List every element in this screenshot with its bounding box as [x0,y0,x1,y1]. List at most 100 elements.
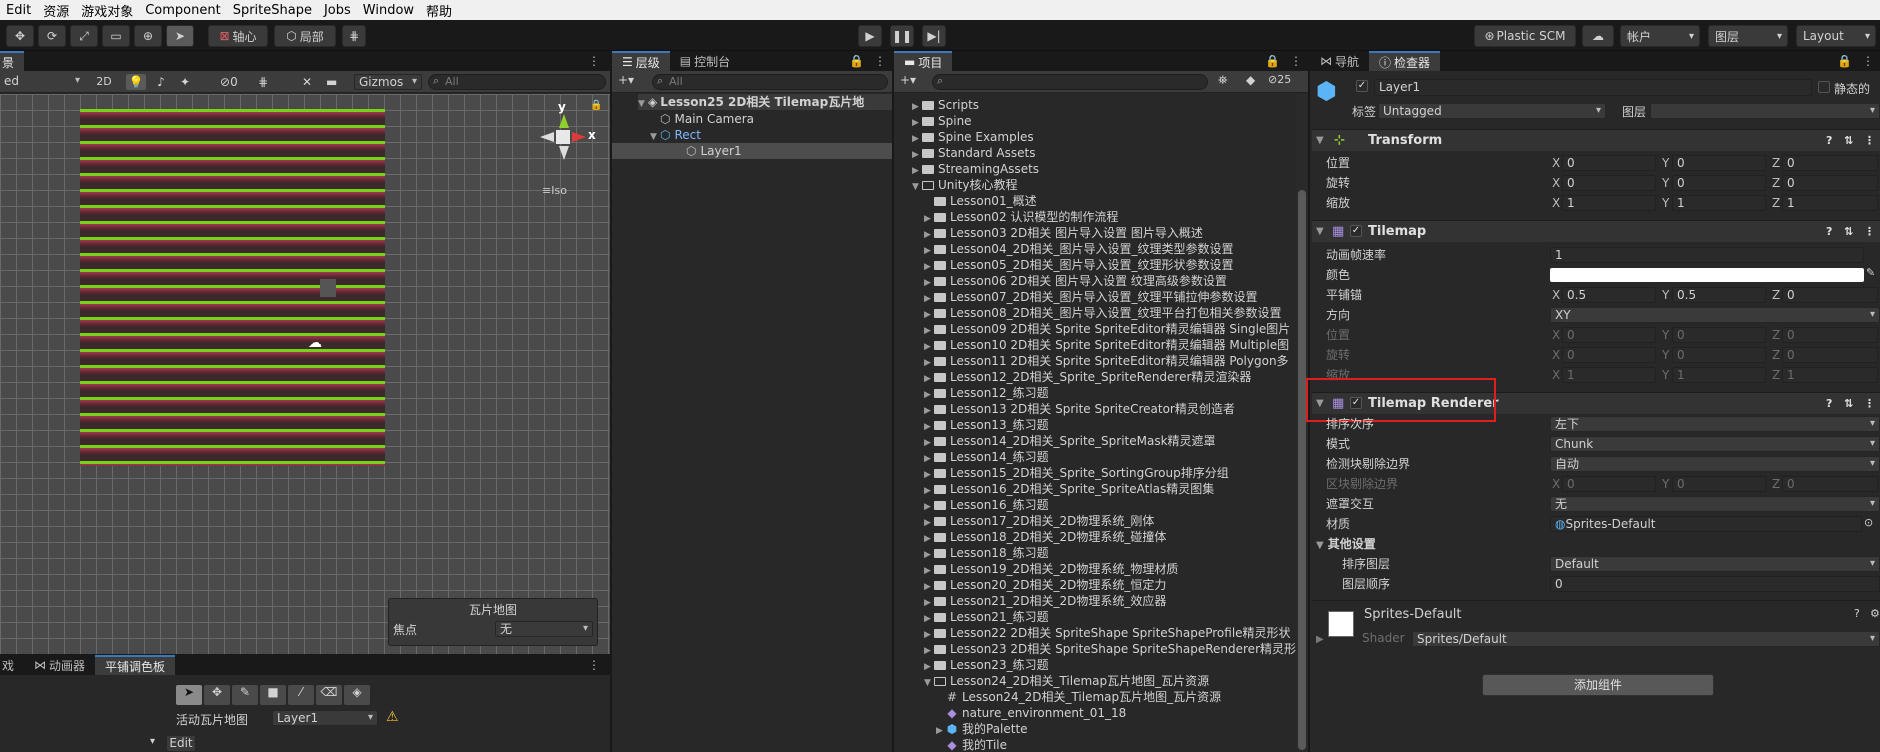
material-help-icon[interactable]: ? [1854,607,1860,620]
move-tile-icon[interactable]: ✥ [204,685,230,705]
hierarchy-more-icon[interactable]: ⋮ [868,51,892,71]
edit-dropdown-icon[interactable]: ▾ [150,736,155,747]
project-lesson-folder[interactable]: ▶ Lesson11 2D相关 Sprite SpriteEditor精灵编辑器 … [924,353,1289,369]
project-asset[interactable]: ◆ nature_environment_01_18 [936,705,1126,721]
menu-gameobject[interactable]: 游戏对象 [75,1,139,20]
eyedropper-icon[interactable]: ✎ [1866,266,1875,279]
active-checkbox[interactable]: ✓ [1356,80,1368,92]
menu-help[interactable]: 帮助 [420,1,458,20]
project-scroll-thumb[interactable] [1298,190,1306,750]
project-asset[interactable]: # Lesson24_2D相关_Tilemap瓦片地图_瓦片资源 [936,689,1221,705]
project-lesson-folder[interactable]: ▶ Lesson12_练习题 [924,385,1049,401]
orientation-gizmo[interactable]: y x 🔒 [536,100,602,174]
help-icon[interactable]: ? [1826,221,1832,243]
inspector-lock-icon[interactable]: 🔒 [1833,51,1856,71]
tools-icon[interactable]: ✕ [302,74,320,90]
lighting-icon[interactable]: 💡 [126,74,146,90]
anchor-y-field[interactable]: 0.5 [1672,287,1766,303]
y-value-field[interactable]: 0 [1672,155,1766,171]
project-lesson-folder[interactable]: ▶ Lesson17_2D相关_2D物理系统_刚体 [924,513,1154,529]
palette-more-icon[interactable]: ⋮ [578,655,610,675]
project-folder[interactable]: ▼ Unity核心教程 [912,177,1018,193]
tilemap-canvas[interactable]: ☁ [80,109,385,466]
project-asset[interactable]: ◆ 我的Tile [936,737,1007,752]
sorting-layer-dropdown[interactable]: Default [1550,556,1880,572]
project-folder[interactable]: ▶ Spine [912,113,972,129]
material-field[interactable]: ◍Sprites-Default [1550,516,1862,532]
gizmos-dropdown[interactable]: Gizmos [354,74,422,90]
focus-dropdown[interactable]: 无 [495,621,593,637]
tab-animator[interactable]: ⋈ 动画器 [24,655,95,675]
project-lesson-folder[interactable]: ▶ Lesson15_2D相关_Sprite_SortingGroup排序分组 [924,465,1229,481]
project-lesson-folder[interactable]: ▶ Lesson18_2D相关_2D物理系统_碰撞体 [924,529,1166,545]
project-lesson-folder[interactable]: ▶ Lesson03 2D相关 图片导入设置 图片导入概述 [924,225,1203,241]
inspector-more-icon[interactable]: ⋮ [1856,51,1880,71]
hidden-objects-toggle[interactable]: ⊘0 [220,74,250,90]
x-value-field[interactable]: 1 [1562,195,1656,211]
tab-tile-palette[interactable]: 平铺调色板 [95,655,176,675]
transform-tool-icon[interactable]: ⊕ [134,25,162,47]
layout-dropdown[interactable]: Layout [1796,25,1876,47]
project-folder[interactable]: ▶ Spine Examples [912,129,1034,145]
edit-button[interactable]: Edit [166,735,196,752]
play-button[interactable]: ▶ [858,25,882,47]
project-lesson-folder[interactable]: ▶ Lesson12_2D相关_Sprite_SpriteRenderer精灵渲染… [924,369,1251,385]
tab-scene[interactable]: 景 [0,51,25,71]
menu-window[interactable]: Window [357,3,420,18]
effects-icon[interactable]: ✦ [176,74,194,90]
project-lesson-folder[interactable]: ▶ Lesson20_2D相关_2D物理系统_恒定力 [924,577,1166,593]
z-value-field[interactable]: 0 [1782,175,1878,191]
add-component-button[interactable]: 添加组件 [1482,674,1714,696]
custom-tool-icon[interactable]: ➤ [166,25,194,47]
presets-icon[interactable]: ⇅ [1844,393,1853,415]
brush-icon[interactable]: ✎ [232,685,258,705]
camera-icon[interactable]: ▬ [326,74,344,90]
sort-order-dropdown[interactable]: 左下 [1550,416,1880,432]
hierarchy-item-main-camera[interactable]: ⬡ Main Camera [660,111,754,127]
project-lesson-folder[interactable]: ▶ Lesson07_2D相关_图片导入设置_纹理平铺拉伸参数设置 [924,289,1257,305]
expand-arrow-icon[interactable]: ▼ [924,675,934,691]
project-lesson-folder[interactable]: ▶ Lesson10 2D相关 Sprite SpriteEditor精灵编辑器 … [924,337,1289,353]
project-lesson-folder[interactable]: ▶ Lesson09 2D相关 Sprite SpriteEditor精灵编辑器 … [924,321,1290,337]
move-tool-icon[interactable]: ✥ [6,25,34,47]
material-settings-icon[interactable]: ⚙ [1870,607,1880,620]
y-value-field[interactable]: 1 [1672,195,1766,211]
project-lesson-folder[interactable]: ▶ Lesson02 认识模型的制作流程 [924,209,1118,225]
x-value-field[interactable]: 0 [1562,175,1656,191]
filter-label-icon[interactable]: ◆ [1246,73,1255,87]
scene-search-input[interactable]: All [428,74,606,90]
project-lesson-folder[interactable]: ▶ Lesson19_2D相关_2D物理系统_物理材质 [924,561,1178,577]
project-lesson-folder[interactable]: ▶ Lesson21_2D相关_2D物理系统_效应器 [924,593,1166,609]
project-lesson-folder[interactable]: ▶ Lesson23_练习题 [924,657,1049,673]
mode-dropdown[interactable]: Chunk [1550,436,1880,452]
static-checkbox[interactable] [1818,81,1830,93]
project-lesson-folder[interactable]: ▶ Lesson22 2D相关 SpriteShape SpriteShapePr… [924,625,1291,641]
more-menu-icon[interactable]: ⋮ [578,51,610,71]
project-add-icon[interactable]: +▾ [900,73,916,87]
2d-toggle[interactable]: 2D [92,74,116,90]
project-folder[interactable]: ▶ StreamingAssets [912,161,1039,177]
hierarchy-add-icon[interactable]: +▾ [618,73,634,87]
detect-chunk-dropdown[interactable]: 自动 [1550,456,1880,472]
layer-dropdown[interactable] [1650,103,1880,119]
menu-spriteshape[interactable]: SpriteShape [227,3,318,18]
collapse-arrow-icon[interactable]: ▶ [1316,634,1324,645]
tag-dropdown[interactable]: Untagged [1378,103,1606,119]
presets-icon[interactable]: ⇅ [1844,221,1853,243]
component-menu-icon[interactable]: ⋮ [1864,221,1875,243]
project-search-input[interactable] [932,74,1208,90]
component-menu-icon[interactable]: ⋮ [1864,393,1875,415]
hierarchy-search-input[interactable]: All [652,74,888,90]
anchor-x-field[interactable]: 0.5 [1562,287,1656,303]
scene-root-row[interactable]: ▼ ◈ Lesson25 2D相关 Tilemap瓦片地 [638,94,892,110]
expand-arrow-icon[interactable]: ▼ [912,179,922,195]
project-folder[interactable]: ▶ Standard Assets [912,145,1035,161]
z-value-field[interactable]: 0 [1782,155,1878,171]
rotate-tool-icon[interactable]: ⟳ [38,25,66,47]
lock-icon[interactable]: 🔒 [590,100,602,111]
help-icon[interactable]: ? [1826,130,1832,152]
project-lesson-folder[interactable]: ▶ Lesson18_练习题 [924,545,1049,561]
tab-hierarchy[interactable]: ☰ 层级 [612,51,670,71]
hidden-packages-toggle[interactable]: ⊘25 [1268,73,1291,86]
y-value-field[interactable]: 0 [1672,175,1766,191]
